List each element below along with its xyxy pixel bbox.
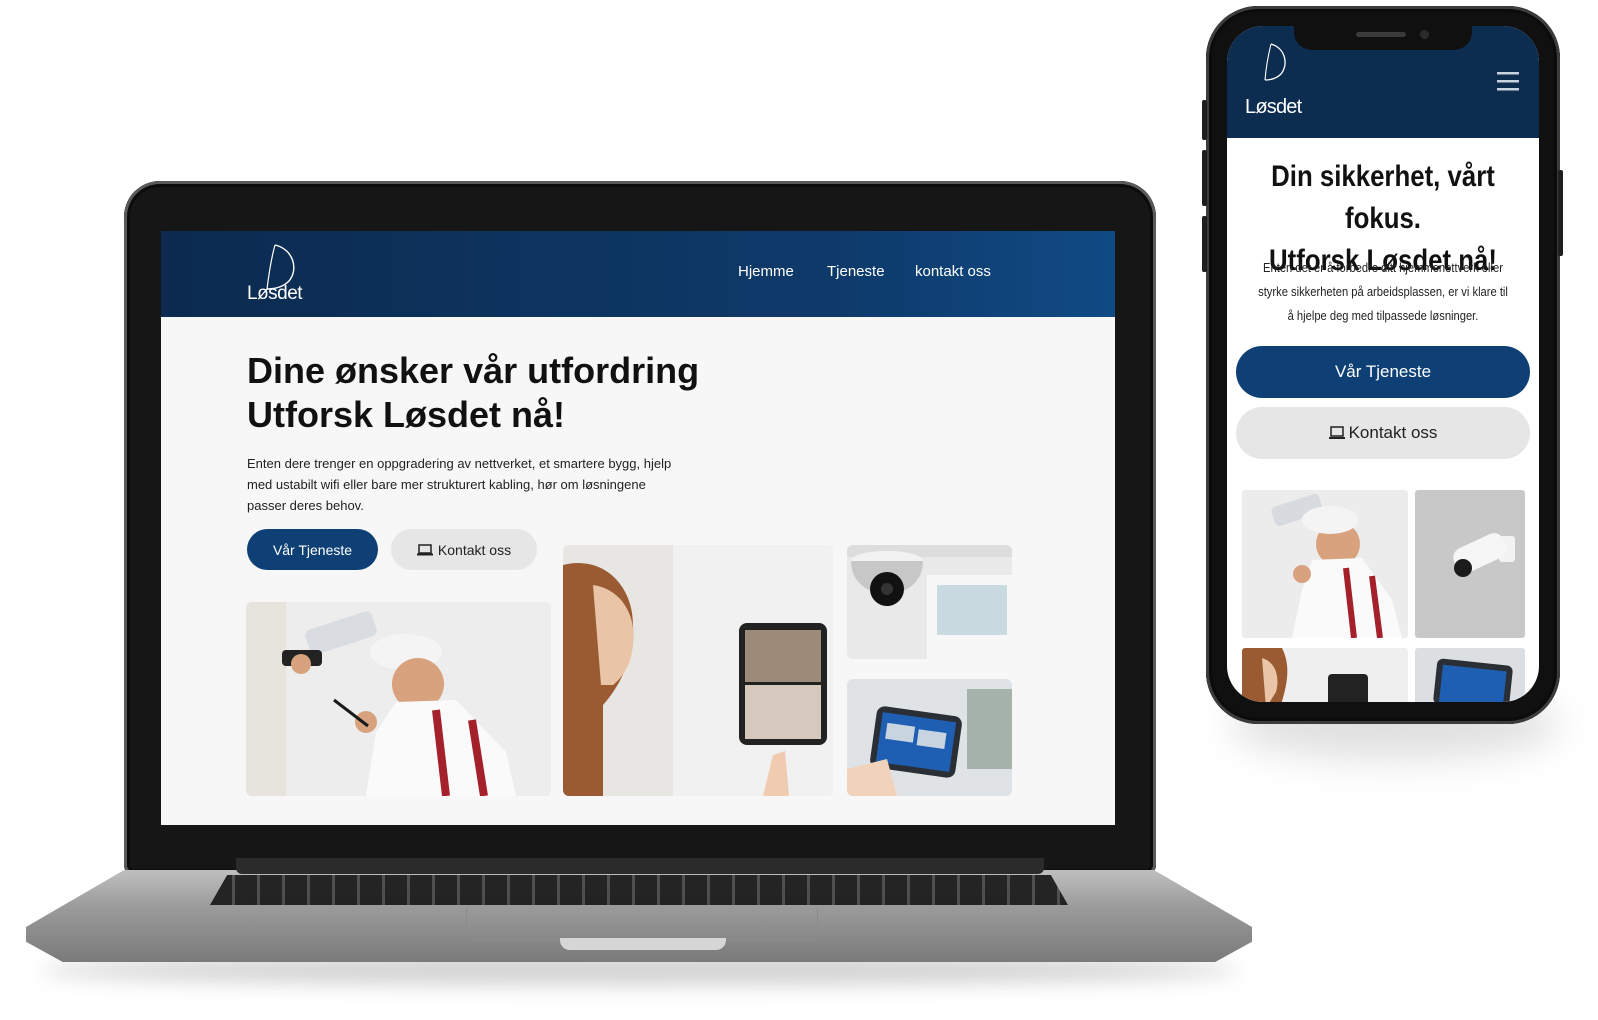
mobile-contact-button[interactable]: Kontakt oss [1236,407,1530,459]
tablet-security-app-photo [1415,648,1525,702]
mobile-hero-description: Enten det er å forbedre ditt hjemmenettv… [1258,260,1508,323]
tablet-security-app-photo [847,679,1012,796]
services-button[interactable]: Vår Tjeneste [247,529,378,570]
technician-camera-photo [1242,490,1408,638]
hero-title-line-2: Utforsk Løsdet nå! [247,394,566,435]
contact-button-label: Kontakt oss [437,541,512,558]
bullet-camera-photo [1415,490,1525,638]
hero-title-line-1: Dine ønsker vår utfordring [247,350,700,391]
laptop-trackpad [466,908,818,941]
laptop-icon [416,543,433,555]
hero-title: Dine ønsker vår utfordring Utforsk Løsde… [247,349,767,437]
nav-link-home[interactable]: Hjemme [738,263,794,280]
phone-notch [1294,22,1472,50]
mobile-website: Løsdet Din sikkerhet, vårt fokus. Utfors… [1227,26,1539,702]
mobile-contact-button-label: Kontakt oss [1348,423,1438,442]
technician-camera-photo [246,602,551,796]
phone-camera [1420,30,1429,39]
desktop-website: Løsdet Hjemme Tjeneste kontakt oss Dine … [161,231,1115,825]
mobile-hero-title-line-1: Din sikkerhet, vårt fokus. [1271,160,1495,235]
mobile-services-button-label: Vår Tjeneste [1334,362,1432,381]
brand-wordmark[interactable]: Løsdet [1245,96,1302,119]
site-header: Løsdet Hjemme Tjeneste kontakt oss [161,231,1115,317]
phone-volume-button [1202,216,1207,272]
laptop-front-notch [560,938,726,950]
hero-description: Enten dere trenger en oppgradering av ne… [247,456,672,513]
laptop-hinge [236,858,1044,874]
mobile-services-button[interactable]: Vår Tjeneste [1236,346,1530,398]
phone-power-button [1558,170,1563,256]
hamburger-menu-icon[interactable] [1497,70,1519,92]
brand-wordmark[interactable]: Løsdet [247,283,303,305]
phone-volume-button [1202,150,1207,206]
laptop-icon [1328,426,1345,439]
nav-link-contact[interactable]: kontakt oss [915,263,991,280]
brand-logo-icon[interactable] [1249,40,1299,96]
dome-camera-photo [847,545,1012,659]
contact-button[interactable]: Kontakt oss [391,529,537,570]
phone-volume-button [1202,100,1207,140]
nav-link-services[interactable]: Tjeneste [827,263,885,280]
woman-tablet-photo [1242,648,1408,702]
laptop-keyboard [210,875,1068,905]
services-button-label: Vår Tjeneste [272,541,353,558]
woman-tablet-photo [563,545,833,796]
phone-speaker [1356,32,1406,37]
